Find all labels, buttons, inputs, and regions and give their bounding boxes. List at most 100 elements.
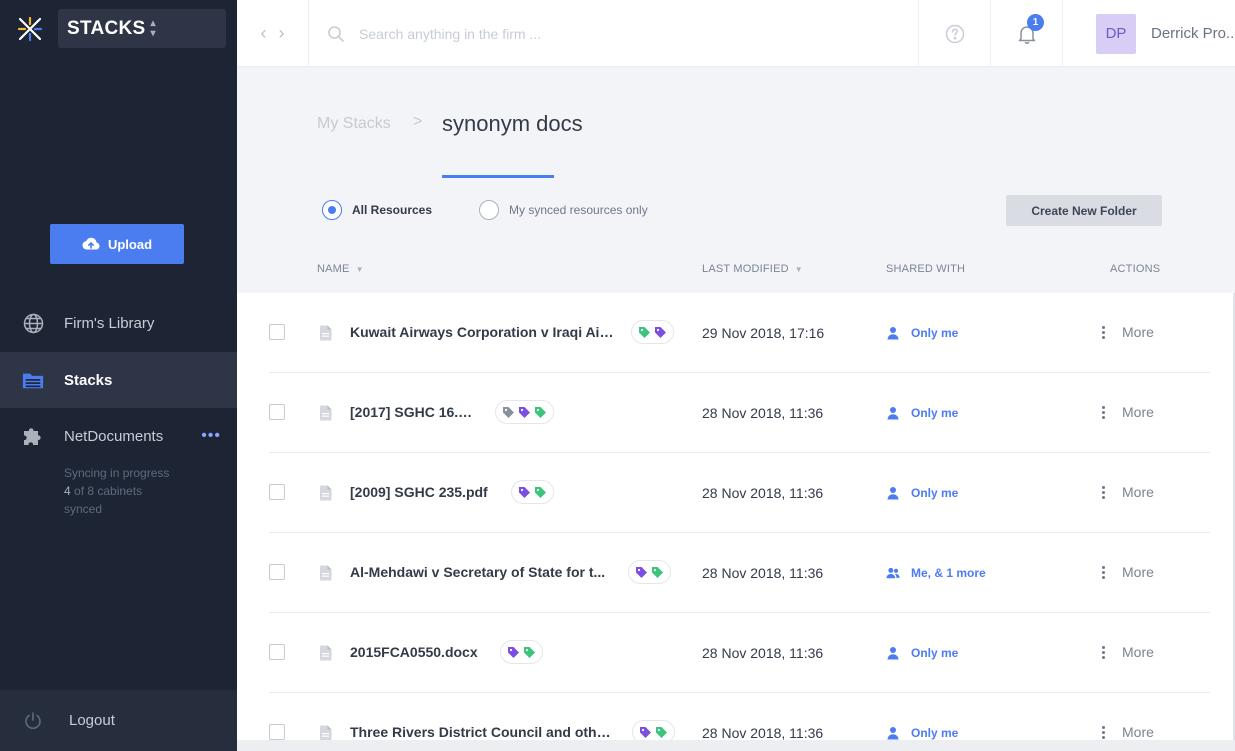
tag-pill[interactable]	[511, 480, 554, 504]
forward-arrow-icon[interactable]: ›	[279, 23, 285, 44]
file-name[interactable]: Kuwait Airways Corporation v Iraqi Air..…	[350, 324, 615, 340]
table-row[interactable]: [2017] SGHC 16.pdf 28 Nov 2018, 11:36 On…	[269, 373, 1210, 453]
sync-count: 4	[64, 484, 71, 498]
tag-pill[interactable]	[500, 640, 543, 664]
last-modified: 28 Nov 2018, 11:36	[702, 405, 824, 421]
power-icon	[22, 710, 44, 732]
search-bar	[309, 0, 918, 67]
column-header-name[interactable]: NAME ▼	[317, 263, 364, 275]
shared-with[interactable]: Only me	[886, 326, 958, 340]
puzzle-icon	[22, 425, 44, 447]
breadcrumb-my-stacks[interactable]: My Stacks	[317, 115, 391, 133]
shared-with[interactable]: Only me	[886, 486, 958, 500]
sort-caret-icon: ▼	[355, 264, 364, 274]
person-icon	[886, 486, 900, 500]
cloud-upload-icon	[82, 237, 100, 250]
last-modified: 28 Nov 2018, 11:36	[702, 725, 824, 740]
tag-pill[interactable]	[632, 720, 675, 740]
row-checkbox[interactable]	[269, 324, 285, 340]
document-icon	[320, 485, 332, 501]
folder-stack-icon	[22, 369, 44, 391]
logout-button[interactable]: Logout	[0, 690, 237, 751]
document-icon	[320, 405, 332, 421]
file-name[interactable]: Al-Mehdawi v Secretary of State for t...	[350, 564, 612, 580]
breadcrumb-separator: >	[413, 113, 423, 130]
more-label: More	[1122, 404, 1154, 420]
table-row[interactable]: Al-Mehdawi v Secretary of State for t...…	[269, 533, 1210, 613]
document-icon	[320, 645, 332, 661]
tag-pill[interactable]	[628, 560, 671, 584]
file-name[interactable]: [2017] SGHC 16.pdf	[350, 404, 479, 420]
row-checkbox[interactable]	[269, 484, 285, 500]
back-arrow-icon[interactable]: ‹	[261, 23, 267, 44]
tag-icon	[656, 726, 667, 738]
notifications-button[interactable]: 1	[990, 0, 1062, 67]
more-actions-button[interactable]: More	[1102, 324, 1154, 340]
resource-table: Kuwait Airways Corporation v Iraqi Air..…	[237, 293, 1235, 740]
netdocuments-options-icon[interactable]: •••	[201, 427, 221, 445]
sidebar-item-firms-library[interactable]: Firm's Library	[0, 295, 237, 351]
tag-pill[interactable]	[631, 320, 674, 344]
more-actions-button[interactable]: More	[1102, 564, 1154, 580]
kebab-icon	[1102, 325, 1105, 339]
file-name[interactable]: Three Rivers District Council and othe..…	[350, 724, 616, 740]
tag-icon	[535, 406, 546, 418]
document-icon	[320, 325, 332, 341]
table-row[interactable]: 2015FCA0550.docx 28 Nov 2018, 11:36 Only…	[269, 613, 1210, 693]
kebab-icon	[1102, 725, 1105, 739]
row-checkbox[interactable]	[269, 564, 285, 580]
globe-icon	[22, 312, 44, 334]
shared-with[interactable]: Me, & 1 more	[886, 566, 986, 580]
help-icon[interactable]	[918, 0, 990, 67]
upload-button[interactable]: Upload	[50, 224, 184, 264]
file-name[interactable]: [2009] SGHC 235.pdf	[350, 484, 495, 500]
column-label: NAME	[317, 263, 350, 275]
app-switcher[interactable]: STACKS ▴ ▾	[58, 9, 226, 48]
tag-icon	[524, 646, 535, 658]
kebab-icon	[1102, 565, 1105, 579]
bottom-edge	[237, 740, 1235, 751]
row-checkbox[interactable]	[269, 644, 285, 660]
people-icon	[886, 566, 900, 580]
shared-with[interactable]: Only me	[886, 406, 958, 420]
shared-with[interactable]: Only me	[886, 646, 958, 660]
filter-synced-only[interactable]: My synced resources only	[479, 200, 648, 220]
more-actions-button[interactable]: More	[1102, 484, 1154, 500]
shared-with[interactable]: Only me	[886, 726, 958, 740]
tag-icon	[639, 326, 650, 338]
tag-icon	[519, 486, 530, 498]
page-title: synonym docs	[442, 111, 583, 136]
row-checkbox[interactable]	[269, 724, 285, 740]
person-icon	[886, 326, 900, 340]
table-row[interactable]: Kuwait Airways Corporation v Iraqi Air..…	[269, 293, 1210, 373]
more-actions-button[interactable]: More	[1102, 724, 1154, 740]
table-row[interactable]: Three Rivers District Council and othe..…	[269, 693, 1210, 740]
search-input[interactable]	[359, 25, 879, 42]
more-label: More	[1122, 724, 1154, 740]
file-name[interactable]: 2015FCA0550.docx	[350, 644, 484, 660]
sidebar-item-label: Stacks	[64, 371, 113, 389]
sort-caret-icon: ▼	[794, 264, 803, 274]
sidebar-item-label: NetDocuments	[64, 427, 164, 445]
shared-with-label: Only me	[911, 726, 959, 740]
row-checkbox[interactable]	[269, 404, 285, 420]
logout-label: Logout	[69, 712, 115, 729]
last-modified: 28 Nov 2018, 11:36	[702, 645, 824, 661]
tag-icon	[640, 726, 651, 738]
history-nav: ‹ ›	[237, 0, 309, 67]
tag-pill[interactable]	[495, 400, 554, 424]
more-actions-button[interactable]: More	[1102, 404, 1154, 420]
stacks-logo[interactable]	[17, 16, 43, 42]
user-menu[interactable]: DP Derrick Pro...	[1062, 0, 1235, 67]
upload-label: Upload	[107, 236, 153, 252]
more-actions-button[interactable]: More	[1102, 644, 1154, 660]
tag-icon	[508, 646, 519, 658]
create-new-folder-button[interactable]: Create New Folder	[1006, 195, 1162, 226]
tag-icon	[503, 406, 514, 418]
kebab-icon	[1102, 405, 1105, 419]
sidebar-item-stacks[interactable]: Stacks	[0, 352, 237, 408]
table-row[interactable]: [2009] SGHC 235.pdf 28 Nov 2018, 11:36 O…	[269, 453, 1210, 533]
document-icon	[320, 565, 332, 581]
column-header-modified[interactable]: LAST MODIFIED ▼	[702, 263, 803, 275]
filter-all-resources[interactable]: All Resources	[322, 200, 432, 220]
